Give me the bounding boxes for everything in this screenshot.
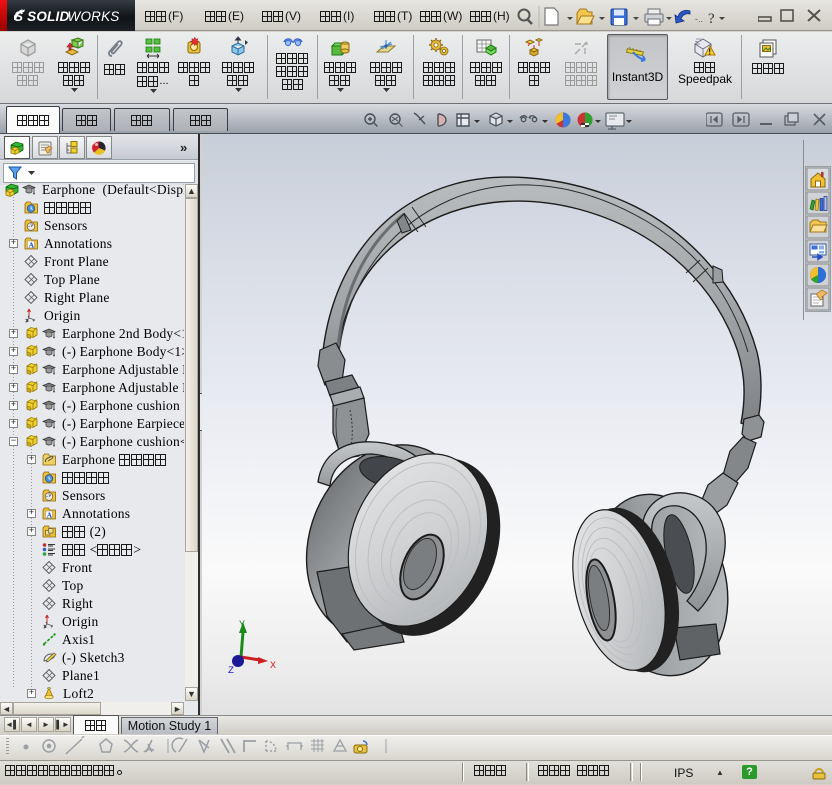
svg-text:WORKS: WORKS — [68, 9, 120, 24]
svg-text:Z: Z — [228, 666, 234, 677]
svg-text:-..: -.. — [695, 14, 703, 24]
svg-text:!: ! — [708, 48, 711, 57]
svg-text:?: ? — [708, 11, 715, 27]
svg-text:X: X — [270, 661, 276, 672]
svg-text:Y: Y — [239, 620, 245, 631]
